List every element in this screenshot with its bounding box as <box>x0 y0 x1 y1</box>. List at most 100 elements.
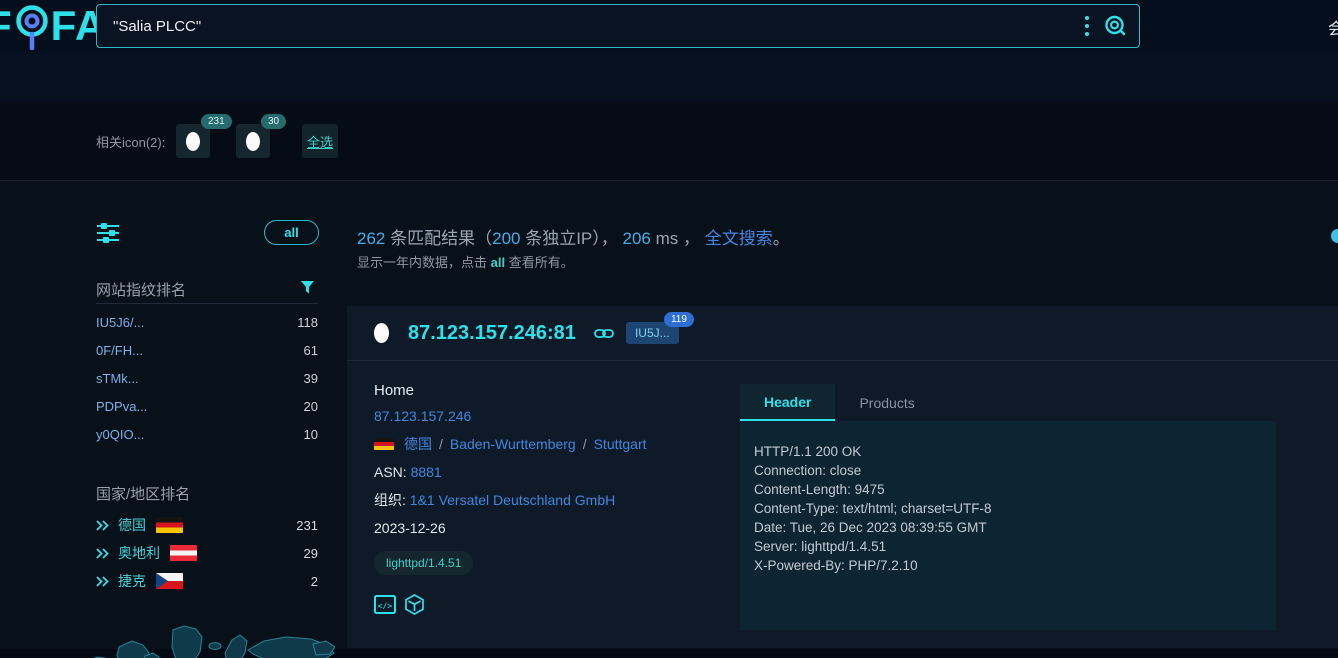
query-time-ms: 206 <box>623 229 651 248</box>
country-link[interactable]: 德国 <box>404 434 432 454</box>
search-input[interactable] <box>113 18 1077 35</box>
country-count: 2 <box>311 574 318 589</box>
code-view-icon[interactable]: </> <box>374 594 396 618</box>
select-all-button[interactable]: 全选 <box>302 124 338 158</box>
fingerprint-row: 0F/FH... 61 <box>96 336 318 364</box>
server-tag[interactable]: lighttpd/1.4.51 <box>374 551 473 575</box>
fingerprint-tag[interactable]: IU5J... 119 <box>626 322 679 344</box>
search-icon[interactable] <box>1103 14 1127 38</box>
fingerprint-row: sTMk... 39 <box>96 364 318 392</box>
http-header-line: X-Powered-By: PHP/7.2.10 <box>754 556 1262 575</box>
fingerprint-link[interactable]: 0F/FH... <box>96 343 143 358</box>
country-flag-icon <box>156 573 183 589</box>
country-row: 捷克 2 <box>96 567 318 595</box>
fingerprint-link[interactable]: IU5J6/... <box>96 315 144 330</box>
match-count: 262 <box>357 229 385 248</box>
country-name-link[interactable]: 德国 <box>118 515 146 535</box>
fingerprint-row: y0QIO... 10 <box>96 420 318 448</box>
svg-text:</>: </> <box>378 602 393 611</box>
world-map <box>85 622 335 658</box>
top-bar: F FA 会 <box>0 0 1338 52</box>
last-updated-date: 2023-12-26 <box>374 520 714 536</box>
org-link[interactable]: 1&1 Versatel Deutschland GmbH <box>410 492 615 508</box>
related-icon-tiles: 231 30 <box>176 124 270 158</box>
germany-flag-icon <box>374 438 394 450</box>
fingerprint-ranking-title: 网站指纹排名 <box>96 279 186 300</box>
header-sub-band <box>0 52 1338 102</box>
search-box[interactable] <box>96 4 1140 48</box>
city-link[interactable]: Stuttgart <box>594 436 647 452</box>
http-header-panel: HTTP/1.1 200 OK Connection: close Conten… <box>740 421 1276 630</box>
country-row: 德国 231 <box>96 511 318 539</box>
country-ranking-list: 德国 231 奥地利 29 捷克 2 <box>96 511 318 595</box>
region-link[interactable]: Baden-Wurttemberg <box>450 436 576 452</box>
icon-count-badge: 231 <box>201 114 232 129</box>
fingerprint-link[interactable]: sTMk... <box>96 371 139 386</box>
all-link[interactable]: all <box>491 255 505 270</box>
time-range-all-button[interactable]: all <box>264 220 319 245</box>
fingerprint-ranking-list: IU5J6/... 118 0F/FH... 61 sTMk... 39 PDP… <box>96 308 318 448</box>
asn-link[interactable]: 8881 <box>411 464 442 480</box>
logo-ring-icon <box>13 0 51 52</box>
country-flag-icon <box>170 545 197 561</box>
results-note: 显示一年内数据，点击 all 查看所有。 <box>357 252 574 271</box>
results-summary: 262 条匹配结果（200 条独立IP）， 206 ms ， 全文搜索。 <box>357 224 790 249</box>
http-header-line: HTTP/1.1 200 OK <box>754 442 1262 461</box>
unique-ip-count: 200 <box>492 229 520 248</box>
fingerprint-filter-icon[interactable] <box>300 280 315 298</box>
result-details: Home 87.123.157.246 德国 / Baden-Wurttembe… <box>374 382 714 618</box>
tab-products[interactable]: Products <box>835 384 938 421</box>
country-ranking-title: 国家/地区排名 <box>96 483 190 504</box>
related-icons-row: 相关icon(2): 231 30 全选 <box>0 102 1338 181</box>
member-link-partial[interactable]: 会 <box>1328 15 1338 39</box>
favicon-oval-icon <box>246 132 260 151</box>
fofa-search-results-page: F FA 会 相关icon(2): 231 30 <box>0 0 1338 658</box>
country-count: 29 <box>304 546 318 561</box>
org-row: 组织: 1&1 Versatel Deutschland GmbH <box>374 490 714 510</box>
result-card-header: 87.123.157.246:81 IU5J... 119 <box>347 306 1338 361</box>
logo-letter-f: F <box>0 0 13 52</box>
open-link-icon[interactable] <box>594 327 614 340</box>
fingerprint-count: 61 <box>304 343 318 358</box>
fulltext-search-link[interactable]: 全文搜索 <box>705 229 773 248</box>
fingerprint-tag-badge: 119 <box>664 312 694 327</box>
fingerprint-count: 118 <box>297 315 318 330</box>
country-name-link[interactable]: 捷克 <box>118 571 146 591</box>
http-header-line: Server: lighttpd/1.4.51 <box>754 537 1262 556</box>
country-name-link[interactable]: 奥地利 <box>118 543 160 563</box>
result-card: 87.123.157.246:81 IU5J... 119 Home 87.12… <box>347 306 1338 648</box>
fingerprint-count: 20 <box>304 399 318 414</box>
related-icon-tile[interactable]: 30 <box>236 124 270 158</box>
double-chevron-icon <box>96 548 109 559</box>
fofa-logo[interactable]: F FA <box>0 0 106 52</box>
host-link[interactable]: 87.123.157.246 <box>374 408 714 424</box>
http-header-line: Content-Length: 9475 <box>754 480 1262 499</box>
result-ip-link[interactable]: 87.123.157.246:81 <box>408 322 576 345</box>
double-chevron-icon <box>96 520 109 531</box>
fingerprint-row: PDPva... 20 <box>96 392 318 420</box>
site-title: Home <box>374 382 714 399</box>
sidebar-divider <box>96 303 318 304</box>
asn-row: ASN: 8881 <box>374 464 714 480</box>
double-chevron-icon <box>96 576 109 587</box>
geo-row: 德国 / Baden-Wurttemberg / Stuttgart <box>374 434 714 454</box>
icon-count-badge: 30 <box>261 114 286 129</box>
fingerprint-link[interactable]: PDPva... <box>96 399 147 414</box>
product-cube-icon[interactable] <box>404 594 425 618</box>
fingerprint-count: 39 <box>304 371 318 386</box>
search-options-icon[interactable] <box>1085 16 1089 36</box>
related-icons-label: 相关icon(2): <box>96 132 165 151</box>
related-icon-tile[interactable]: 231 <box>176 124 210 158</box>
fingerprint-count: 10 <box>304 427 318 442</box>
http-header-lines: HTTP/1.1 200 OK Connection: close Conten… <box>754 442 1262 575</box>
country-row: 奥地利 29 <box>96 539 318 567</box>
result-action-icons: </> <box>374 594 714 618</box>
fingerprint-row: IU5J6/... 118 <box>96 308 318 336</box>
floating-button-partial[interactable] <box>1331 229 1338 243</box>
fingerprint-link[interactable]: y0QIO... <box>96 427 144 442</box>
detail-tabs: Header Products <box>740 384 939 421</box>
filter-sliders-icon[interactable] <box>97 222 119 249</box>
country-flag-icon <box>156 517 183 533</box>
tab-header[interactable]: Header <box>740 384 835 421</box>
http-header-line: Connection: close <box>754 461 1262 480</box>
